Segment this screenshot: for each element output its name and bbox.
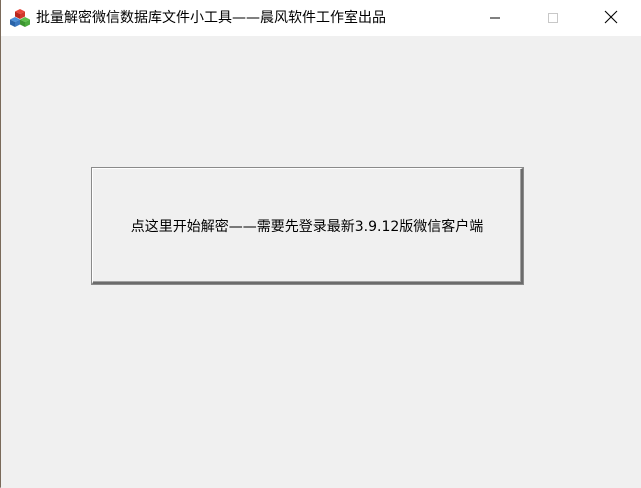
title-bar[interactable]: 批量解密微信数据库文件小工具——晨风软件工作室出品 bbox=[1, 0, 641, 36]
minimize-button[interactable] bbox=[472, 0, 518, 36]
maximize-icon bbox=[547, 9, 559, 28]
close-icon bbox=[604, 9, 618, 28]
maximize-button bbox=[530, 0, 576, 36]
close-button[interactable] bbox=[588, 0, 634, 36]
window-title: 批量解密微信数据库文件小工具——晨风软件工作室出品 bbox=[36, 10, 386, 26]
minimize-icon bbox=[489, 9, 501, 28]
app-cubes-icon bbox=[10, 8, 30, 28]
start-decrypt-button[interactable]: 点这里开始解密——需要先登录最新3.9.12版微信客户端 bbox=[92, 168, 523, 284]
app-window: 批量解密微信数据库文件小工具——晨风软件工作室出品 点这里开始解密——需要先登录… bbox=[0, 0, 641, 488]
